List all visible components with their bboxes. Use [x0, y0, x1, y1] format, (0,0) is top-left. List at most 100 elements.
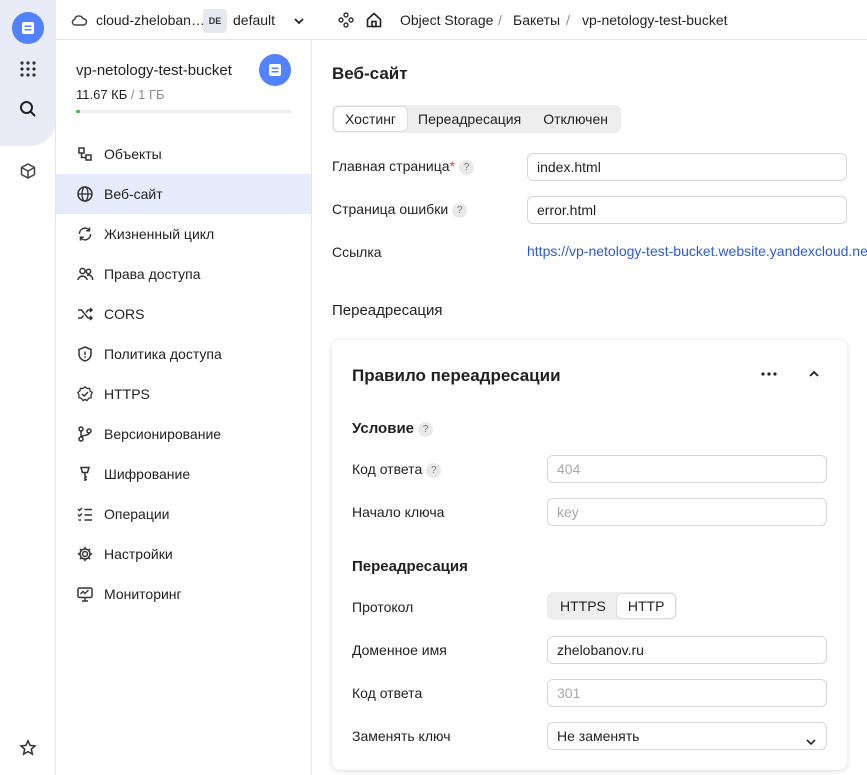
condition-code-input[interactable]: 404: [547, 455, 827, 483]
main-page-input[interactable]: index.html: [527, 153, 847, 181]
badge-check-icon: [76, 385, 94, 402]
condition-code-label-text: Код ответа: [352, 461, 423, 477]
protocol-https[interactable]: HTTPS: [549, 594, 617, 618]
favorites-star-icon[interactable]: [12, 732, 44, 764]
domain-input[interactable]: zhelobanov.ru: [547, 636, 827, 664]
all-services-grid-icon[interactable]: [12, 53, 44, 85]
website-mode-tabs: Хостинг Переадресация Отключен: [332, 105, 621, 133]
domain-label: Доменное имя: [352, 642, 447, 658]
breadcrumb-current-bucket: vp-netology-test-bucket: [582, 12, 728, 28]
left-rail: [0, 0, 56, 775]
tab-disabled[interactable]: Отключен: [532, 107, 619, 131]
breadcrumb-buckets[interactable]: Бакеты: [513, 0, 560, 40]
protocol-http[interactable]: HTTP: [616, 594, 676, 618]
redirect-code-input[interactable]: 301: [547, 679, 827, 707]
sidebar-item-4[interactable]: Права доступа: [56, 254, 311, 294]
sidebar-item-label: Политика доступа: [104, 346, 222, 362]
replace-key-select[interactable]: Не заменять: [547, 722, 827, 750]
website-link[interactable]: https://vp-netology-test-bucket.website.…: [527, 243, 867, 259]
protocol-toggle: HTTPS HTTP: [547, 592, 678, 620]
shield-icon: [78, 346, 92, 362]
sidebar-item-12[interactable]: Мониторинг: [56, 574, 311, 614]
error-page-label: Страница ошибки?: [332, 201, 468, 218]
redirect-heading: Переадресация: [352, 558, 468, 575]
redirect-section-title: Переадресация: [332, 302, 443, 319]
tab-redirect[interactable]: Переадресация: [407, 107, 532, 131]
sidebar-item-2[interactable]: Веб-сайт: [56, 174, 311, 214]
sidebar-item-label: HTTPS: [104, 386, 150, 402]
folder-badge: DE: [203, 9, 227, 33]
breadcrumb-object-storage[interactable]: Object Storage: [400, 0, 493, 40]
sidebar-item-5[interactable]: CORS: [56, 294, 311, 334]
sidebar-item-label: Жизненный цикл: [104, 226, 215, 242]
sidebar-item-label: Операции: [104, 506, 170, 522]
sidebar-item-label: Объекты: [104, 146, 162, 162]
bucket-size: 11.67 КБ / 1 ГБ: [76, 87, 165, 102]
condition-heading-text: Условие: [352, 420, 415, 437]
sidebar-item-label: Мониторинг: [104, 586, 182, 602]
usage-bar-track: [76, 110, 291, 113]
protocol-label: Протокол: [352, 599, 414, 615]
sidebar-item-3[interactable]: Жизненный цикл: [56, 214, 311, 254]
help-icon[interactable]: ?: [426, 463, 442, 478]
cube-icon[interactable]: [12, 155, 44, 187]
sidebar-item-label: Права доступа: [104, 266, 201, 282]
bucket-used: 11.67 КБ: [76, 87, 128, 102]
replace-key-label: Заменять ключ: [352, 728, 451, 744]
chevron-up-icon[interactable]: [802, 362, 826, 386]
required-asterisk: *: [449, 158, 455, 174]
sidebar-item-9[interactable]: Шифрование: [56, 454, 311, 494]
globe-icon: [77, 186, 93, 202]
more-actions-icon[interactable]: [757, 362, 781, 386]
cloud-selector[interactable]: cloud-zheloban…: [96, 0, 205, 40]
tab-hosting[interactable]: Хостинг: [334, 107, 408, 131]
redirect-code-label: Код ответа: [352, 685, 423, 701]
users-icon: [77, 267, 94, 281]
sidebar-item-8[interactable]: Версионирование: [56, 414, 311, 454]
rule-title: Правило переадресации: [352, 366, 561, 385]
link-label: Ссылка: [332, 244, 382, 260]
sidebar-item-label: Веб-сайт: [104, 186, 163, 202]
sidebar-item-7[interactable]: HTTPS: [56, 374, 311, 414]
sidebar-item-10[interactable]: Операции: [56, 494, 311, 534]
chevron-down-icon[interactable]: [293, 14, 305, 30]
sidebar-item-1[interactable]: Объекты: [56, 134, 311, 174]
monitor-icon: [77, 587, 93, 602]
usage-bar-fill: [76, 110, 80, 113]
sidebar-item-label: Версионирование: [104, 426, 222, 442]
breadcrumb-separator: /: [498, 12, 502, 28]
bucket-icon: [259, 54, 291, 86]
condition-heading: Условие?: [352, 420, 434, 437]
help-icon[interactable]: ?: [458, 160, 474, 175]
bucket-name: vp-netology-test-bucket: [76, 62, 232, 79]
objects-icon: [78, 147, 92, 161]
page-title: Веб-сайт: [332, 64, 408, 83]
chevron-down-icon: [805, 730, 817, 749]
nodes-icon[interactable]: [338, 12, 354, 31]
bucket-limit: / 1 ГБ: [127, 87, 165, 102]
help-icon[interactable]: ?: [418, 422, 434, 437]
key-icon: [79, 466, 91, 481]
key-prefix-input[interactable]: key: [547, 498, 827, 526]
main-content: Веб-сайт Хостинг Переадресация Отключен …: [312, 40, 867, 775]
redirect-rule-card: Правило переадресации Условие? Код ответ…: [332, 340, 847, 770]
main-page-label-text: Главная страница: [332, 158, 450, 174]
replace-key-value: Не заменять: [557, 728, 640, 744]
bucket-sidebar: vp-netology-test-bucket 11.67 КБ / 1 ГБ …: [56, 40, 312, 775]
error-page-input[interactable]: error.html: [527, 196, 847, 224]
search-icon[interactable]: [12, 93, 44, 125]
branch-icon: [78, 426, 92, 442]
gear-icon: [77, 546, 93, 562]
help-icon[interactable]: ?: [452, 203, 468, 218]
condition-code-label: Код ответа?: [352, 461, 442, 478]
sidebar-item-6[interactable]: Политика доступа: [56, 334, 311, 374]
key-prefix-label: Начало ключа: [352, 504, 445, 520]
sidebar-item-label: Настройки: [104, 546, 173, 562]
sidebar-item-11[interactable]: Настройки: [56, 534, 311, 574]
sidebar-item-label: CORS: [104, 306, 145, 322]
cloud-icon: [70, 12, 88, 31]
folder-selector[interactable]: default: [233, 0, 275, 40]
home-icon[interactable]: [365, 11, 383, 32]
object-storage-service-icon[interactable]: [12, 12, 44, 44]
main-page-label: Главная страница*?: [332, 158, 474, 175]
